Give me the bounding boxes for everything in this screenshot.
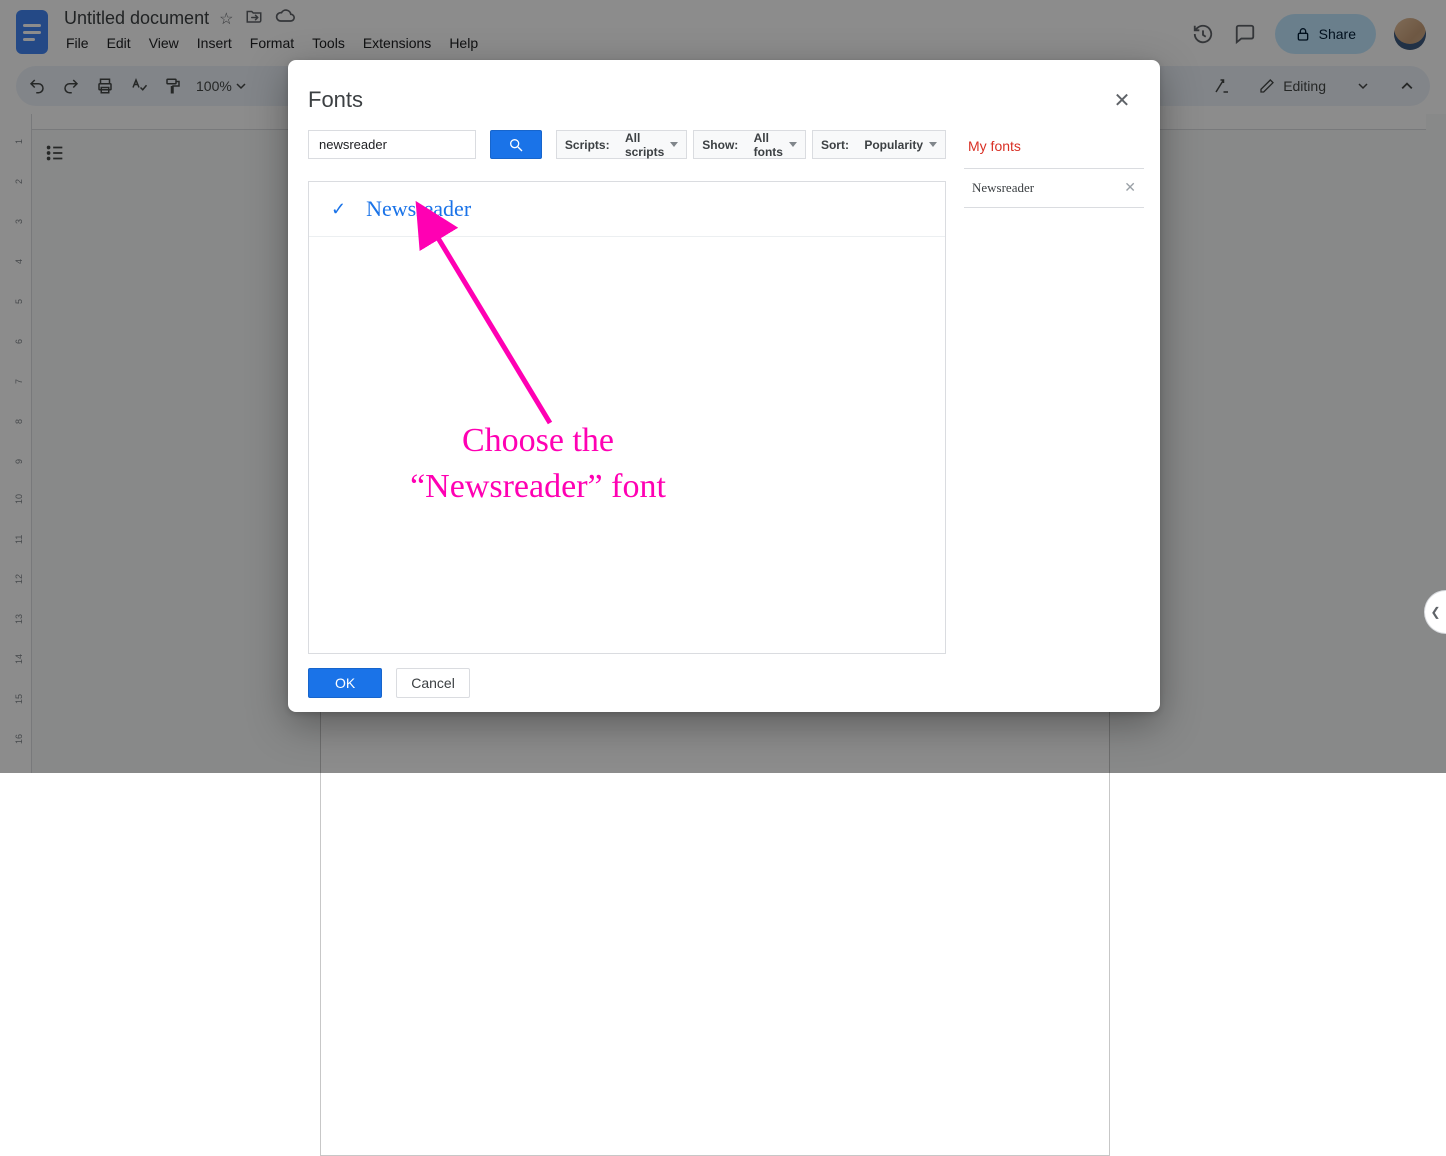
search-button[interactable] xyxy=(490,130,542,159)
dialog-title: Fonts xyxy=(308,87,363,113)
chevron-down-icon xyxy=(929,142,937,147)
check-icon: ✓ xyxy=(331,199,346,220)
scripts-filter-dropdown[interactable]: Scripts: All scripts xyxy=(556,130,687,159)
my-fonts-list: Newsreader ✕ xyxy=(964,168,1144,208)
close-icon[interactable]: ✕ xyxy=(1108,86,1136,114)
font-result-label: Newsreader xyxy=(366,196,471,222)
remove-font-icon[interactable]: ✕ xyxy=(1124,180,1136,197)
my-fonts-heading: My fonts xyxy=(964,130,1144,168)
chevron-down-icon xyxy=(789,142,797,147)
sort-filter-dropdown[interactable]: Sort: Popularity xyxy=(812,130,946,159)
cancel-button[interactable]: Cancel xyxy=(396,668,470,698)
search-icon xyxy=(508,137,524,153)
chevron-down-icon xyxy=(670,142,678,147)
font-results-list[interactable]: ✓ Newsreader xyxy=(308,181,946,654)
fonts-dialog: Fonts ✕ Scripts: All scripts Show: All f… xyxy=(288,60,1160,712)
show-filter-dropdown[interactable]: Show: All fonts xyxy=(693,130,806,159)
font-search-input[interactable] xyxy=(308,130,476,159)
font-result-newsreader[interactable]: ✓ Newsreader xyxy=(309,182,945,237)
my-font-item[interactable]: Newsreader ✕ xyxy=(964,169,1144,207)
ok-button[interactable]: OK xyxy=(308,668,382,698)
my-font-label: Newsreader xyxy=(972,180,1034,196)
